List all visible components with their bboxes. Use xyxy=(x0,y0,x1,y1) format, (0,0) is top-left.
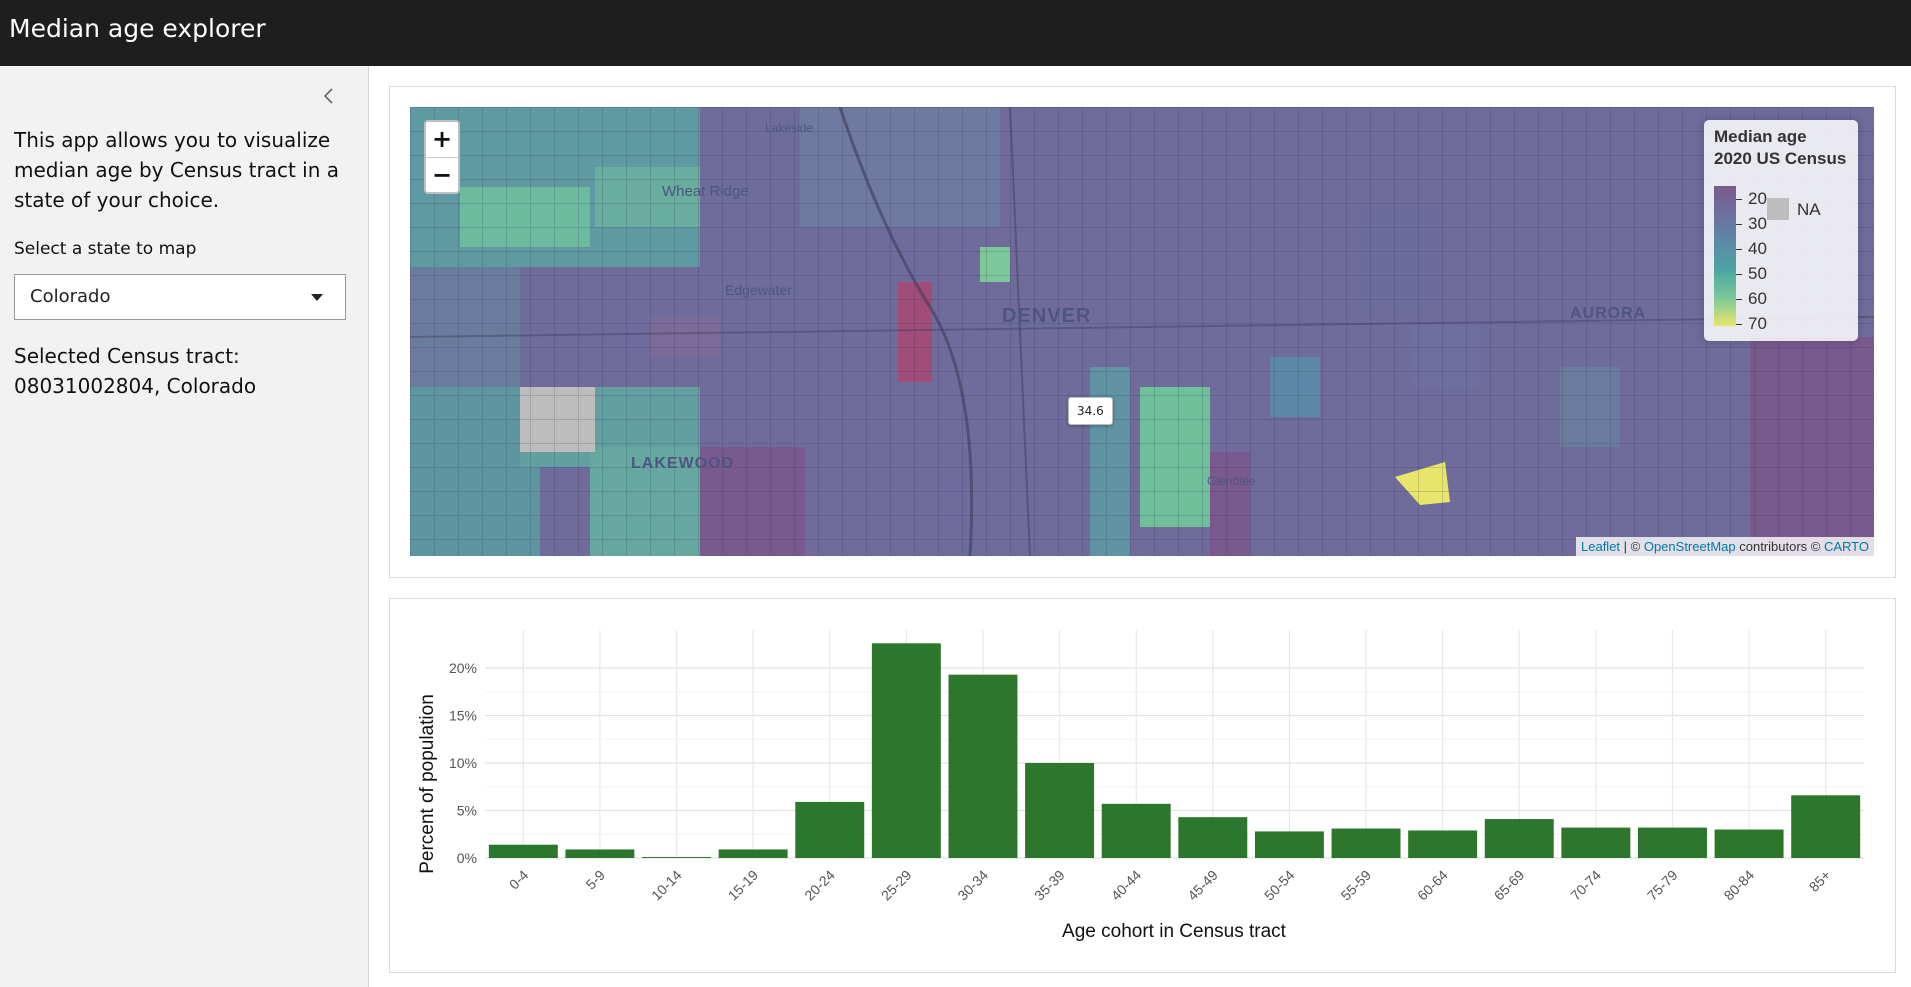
collapse-sidebar-button[interactable] xyxy=(317,84,341,108)
map-place-label: Lakeside xyxy=(765,121,814,135)
legend-subtitle: 2020 US Census xyxy=(1714,149,1847,168)
bar xyxy=(871,643,941,858)
osm-link[interactable]: OpenStreetMap xyxy=(1644,539,1736,554)
bar xyxy=(948,674,1018,858)
legend-break-label: 70 xyxy=(1748,314,1767,333)
x-tick-label: 80-84 xyxy=(1721,867,1758,904)
bar xyxy=(1561,827,1631,858)
x-tick-label: 30-34 xyxy=(954,867,991,904)
x-tick-label: 60-64 xyxy=(1414,867,1451,904)
legend-tick xyxy=(1736,249,1742,250)
bar xyxy=(795,801,865,858)
bar xyxy=(1178,817,1248,858)
x-tick-label: 15-19 xyxy=(725,867,762,904)
x-axis-label: Age cohort in Census tract xyxy=(1062,921,1287,942)
selected-tract-label: Selected Census tract: xyxy=(14,344,240,368)
map-place-label: AURORA xyxy=(1570,305,1647,322)
carto-link[interactable]: CARTO xyxy=(1824,539,1869,554)
bar xyxy=(1637,827,1707,858)
intro-text: This app allows you to visualize median … xyxy=(14,128,340,212)
legend-na-swatch xyxy=(1767,198,1789,220)
bar xyxy=(1254,831,1324,858)
app-title: Median age explorer xyxy=(9,14,266,43)
map-attribution: Leaflet | © OpenStreetMap contributors ©… xyxy=(1576,537,1874,556)
map-place-label: DENVER xyxy=(1002,305,1092,327)
bar xyxy=(642,857,712,858)
zoom-in-button[interactable]: + xyxy=(426,122,458,158)
y-tick-label: 10% xyxy=(449,755,477,771)
y-axis-label: Percent of population xyxy=(417,694,438,874)
state-select-label: Select a state to map xyxy=(14,239,197,259)
state-select-value: Colorado xyxy=(30,286,111,307)
caret-down-icon xyxy=(311,294,323,301)
x-tick-label: 0-4 xyxy=(506,867,532,893)
legend-tick xyxy=(1736,199,1742,200)
attribution-contrib: contributors © xyxy=(1735,539,1824,554)
legend-na-label: NA xyxy=(1797,200,1821,219)
bar xyxy=(1484,819,1554,858)
x-tick-label: 5-9 xyxy=(582,867,608,893)
x-tick-label: 45-49 xyxy=(1184,867,1221,904)
y-tick-label: 5% xyxy=(457,803,477,819)
x-tick-label: 25-29 xyxy=(878,867,915,904)
x-tick-label: 55-59 xyxy=(1338,867,1375,904)
legend-break-label: 50 xyxy=(1748,264,1767,283)
top-navbar: Median age explorer xyxy=(0,0,1911,66)
legend-color-ramp xyxy=(1714,186,1736,326)
legend-tick xyxy=(1736,224,1742,225)
attribution-separator: | © xyxy=(1620,539,1644,554)
x-tick-label: 75-79 xyxy=(1644,867,1681,904)
y-tick-label: 0% xyxy=(457,850,477,866)
x-tick-label: 35-39 xyxy=(1031,867,1068,904)
tract-choropleth xyxy=(410,107,1874,556)
bar xyxy=(565,849,635,858)
zoom-control: + − xyxy=(424,120,460,194)
y-tick-label: 20% xyxy=(449,660,477,676)
bar xyxy=(718,849,788,858)
selected-tract-value: 08031002804, Colorado xyxy=(14,374,257,398)
bar xyxy=(1331,828,1401,858)
bar xyxy=(1101,803,1171,858)
y-tick-label: 15% xyxy=(449,708,477,724)
bar xyxy=(1408,830,1478,858)
x-tick-label: 65-69 xyxy=(1491,867,1528,904)
legend-break-label: 20 xyxy=(1748,189,1767,208)
x-tick-label: 50-54 xyxy=(1261,867,1298,904)
map-legend: Median age 2020 US Census 20 30 40 50 60… xyxy=(1704,120,1858,341)
bar xyxy=(1714,829,1784,858)
map-place-label: Glendale xyxy=(1207,474,1256,488)
bar xyxy=(1791,795,1861,858)
zoom-out-button[interactable]: − xyxy=(426,158,458,193)
bar xyxy=(1025,763,1095,858)
x-tick-label: 20-24 xyxy=(801,867,838,904)
state-select[interactable]: Colorado xyxy=(14,274,346,320)
map[interactable]: Lakeside Wheat Ridge Edgewater DENVER AU… xyxy=(410,107,1874,556)
legend-break-label: 30 xyxy=(1748,214,1767,233)
map-tooltip: 34.6 xyxy=(1068,397,1113,425)
sidebar: This app allows you to visualize median … xyxy=(0,66,369,987)
x-tick-label: 70-74 xyxy=(1567,867,1604,904)
legend-tick xyxy=(1736,299,1742,300)
legend-title: Median age xyxy=(1714,127,1807,146)
legend-break-label: 60 xyxy=(1748,289,1767,308)
legend-tick xyxy=(1736,274,1742,275)
legend-tick xyxy=(1736,324,1742,325)
bar-chart-svg: 0% 5% 10% 15% 20% 0-4 5-9 10-14 15-19 20-24 25-29 3… xyxy=(417,630,1864,942)
x-tick-label: 40-44 xyxy=(1108,867,1145,904)
legend-break-label: 40 xyxy=(1748,239,1767,258)
map-place-label: LAKEWOOD xyxy=(631,455,735,472)
x-tick-label: 10-14 xyxy=(648,867,685,904)
x-tick-label: 85+ xyxy=(1806,867,1834,895)
bar xyxy=(488,844,558,858)
age-cohort-chart: 0% 5% 10% 15% 20% 0-4 5-9 10-14 15-19 20-24 25-29 3… xyxy=(410,614,1880,960)
leaflet-link[interactable]: Leaflet xyxy=(1581,539,1620,554)
map-place-label: Wheat Ridge xyxy=(662,183,749,200)
map-place-label: Edgewater xyxy=(725,282,792,298)
chevron-left-icon xyxy=(323,88,333,104)
